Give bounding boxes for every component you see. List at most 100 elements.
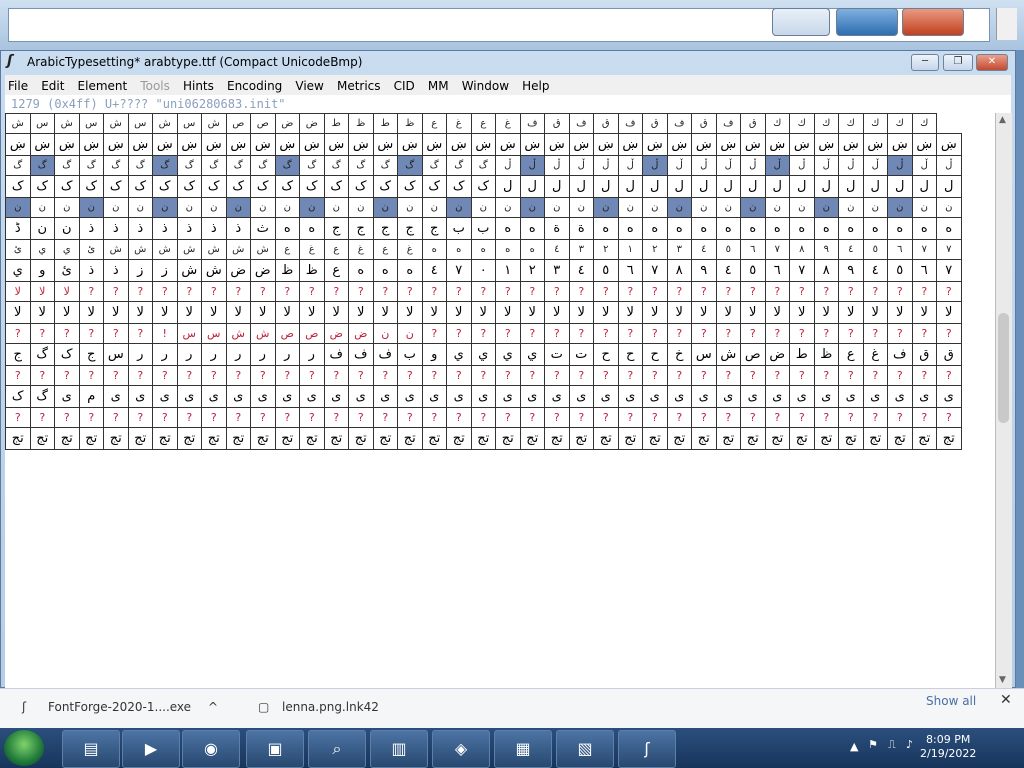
- glyph-cell[interactable]: ل: [642, 175, 668, 198]
- glyph-cell[interactable]: گ: [348, 155, 374, 176]
- glyph-cell[interactable]: ک: [5, 175, 31, 198]
- glyph-cell[interactable]: ?: [838, 365, 864, 386]
- glyph-cell[interactable]: ڵ: [642, 155, 668, 176]
- glyph-cell[interactable]: ?: [936, 365, 962, 386]
- glyph-cell[interactable]: ?: [642, 323, 668, 344]
- glyph-cell[interactable]: ?: [936, 407, 962, 428]
- glyph-cell[interactable]: ل: [495, 175, 521, 198]
- glyph-cell[interactable]: ض: [225, 259, 251, 282]
- glyph-cell[interactable]: ی: [421, 385, 447, 408]
- glyph-cell[interactable]: ی: [446, 385, 472, 408]
- background-maximize-button[interactable]: [836, 8, 898, 36]
- menu-element[interactable]: Element: [78, 79, 128, 93]
- glyph-cell[interactable]: ی: [838, 385, 864, 408]
- glyph-cell[interactable]: گ: [127, 155, 153, 176]
- glyph-cell[interactable]: ض: [250, 259, 276, 282]
- glyph-cell[interactable]: ی: [54, 385, 80, 408]
- glyph-cell[interactable]: ه: [593, 217, 619, 240]
- glyph-cell[interactable]: ر: [127, 343, 153, 366]
- menu-tools[interactable]: Tools: [140, 79, 170, 93]
- menu-encoding[interactable]: Encoding: [227, 79, 282, 93]
- taskbar-terminal-icon[interactable]: ▧: [556, 730, 614, 768]
- glyph-cell[interactable]: ?: [740, 407, 766, 428]
- glyph-cell[interactable]: لا: [78, 301, 104, 324]
- glyph-cell[interactable]: ه: [666, 217, 692, 240]
- glyph-cell[interactable]: تج: [103, 427, 129, 450]
- glyph-cell[interactable]: ?: [764, 281, 790, 302]
- glyph-cell[interactable]: ٤: [544, 239, 570, 260]
- glyph-cell[interactable]: ?: [299, 407, 325, 428]
- glyph-cell[interactable]: ڵ: [862, 155, 888, 176]
- glyph-cell[interactable]: ه: [789, 217, 815, 240]
- glyph-cell[interactable]: ٦: [617, 259, 643, 282]
- glyph-cell[interactable]: لا: [642, 301, 668, 324]
- glyph-cell[interactable]: گ: [250, 155, 276, 176]
- glyph-cell[interactable]: ی: [274, 385, 300, 408]
- glyph-cell[interactable]: تج: [642, 427, 668, 450]
- tray-volume-icon[interactable]: ♪: [906, 738, 913, 751]
- glyph-cell[interactable]: ?: [887, 407, 913, 428]
- tray-flag-icon[interactable]: ⚑: [868, 738, 878, 751]
- glyph-cell[interactable]: س: [176, 323, 202, 344]
- glyph-cell[interactable]: ی: [201, 385, 227, 408]
- glyph-cell[interactable]: ?: [911, 365, 937, 386]
- glyph-cell[interactable]: ی: [691, 385, 717, 408]
- glyph-cell[interactable]: ?: [201, 407, 227, 428]
- glyph-cell[interactable]: ی: [593, 385, 619, 408]
- glyph-cell[interactable]: لا: [323, 301, 349, 324]
- glyph-cell[interactable]: ?: [544, 281, 570, 302]
- glyph-cell[interactable]: ښ: [323, 133, 349, 156]
- glyph-cell[interactable]: ښ: [103, 133, 129, 156]
- glyph-cell[interactable]: ك: [887, 113, 913, 134]
- glyph-cell[interactable]: ر: [176, 343, 202, 366]
- glyph-cell[interactable]: ښ: [495, 133, 521, 156]
- glyph-cell[interactable]: ?: [544, 365, 570, 386]
- glyph-cell[interactable]: لا: [29, 301, 55, 324]
- glyph-cell[interactable]: ر: [201, 343, 227, 366]
- glyph-cell[interactable]: ?: [470, 407, 496, 428]
- glyph-cell[interactable]: ن: [372, 197, 398, 218]
- glyph-cell[interactable]: ن: [691, 197, 717, 218]
- glyph-cell[interactable]: ک: [397, 175, 423, 198]
- glyph-cell[interactable]: ?: [446, 407, 472, 428]
- glyph-cell[interactable]: ښ: [519, 133, 545, 156]
- glyph-cell[interactable]: ص: [740, 343, 766, 366]
- glyph-cell[interactable]: ه: [372, 259, 398, 282]
- glyph-cell[interactable]: لا: [936, 301, 962, 324]
- glyph-cell[interactable]: ?: [642, 365, 668, 386]
- glyph-cell[interactable]: ق: [936, 343, 962, 366]
- glyph-cell[interactable]: ظ: [397, 113, 423, 134]
- glyph-cell[interactable]: ك: [862, 113, 888, 134]
- glyph-cell[interactable]: ?: [250, 365, 276, 386]
- glyph-cell[interactable]: ی: [250, 385, 276, 408]
- tray-network-icon[interactable]: ⎍: [888, 738, 896, 752]
- glyph-cell[interactable]: ج: [5, 343, 31, 366]
- glyph-cell[interactable]: لا: [5, 281, 31, 302]
- glyph-cell[interactable]: ه: [764, 217, 790, 240]
- glyph-cell[interactable]: ڵ: [519, 155, 545, 176]
- glyph-cell[interactable]: ف: [348, 343, 374, 366]
- taskbar-image-icon[interactable]: ▦: [494, 730, 552, 768]
- glyph-cell[interactable]: ک: [78, 175, 104, 198]
- glyph-cell[interactable]: لا: [201, 301, 227, 324]
- glyph-cell[interactable]: گ: [5, 155, 31, 176]
- glyph-cell[interactable]: ه: [642, 217, 668, 240]
- glyph-cell[interactable]: ڵ: [691, 155, 717, 176]
- glyph-cell[interactable]: ک: [250, 175, 276, 198]
- glyph-cell[interactable]: لا: [274, 301, 300, 324]
- glyph-cell[interactable]: ن: [323, 197, 349, 218]
- glyph-cell[interactable]: تج: [372, 427, 398, 450]
- glyph-cell[interactable]: ه: [446, 239, 472, 260]
- glyph-cell[interactable]: ف: [519, 113, 545, 134]
- glyph-cell[interactable]: ض: [348, 323, 374, 344]
- minimize-button[interactable]: ─: [911, 54, 939, 71]
- glyph-cell[interactable]: ق: [691, 113, 717, 134]
- glyph-cell[interactable]: غ: [495, 113, 521, 134]
- glyph-cell[interactable]: لا: [250, 301, 276, 324]
- glyph-cell[interactable]: ی: [568, 385, 594, 408]
- glyph-cell[interactable]: ڵ: [911, 155, 937, 176]
- glyph-cell[interactable]: ?: [495, 365, 521, 386]
- glyph-cell[interactable]: لا: [666, 301, 692, 324]
- glyph-cell[interactable]: ٥: [887, 259, 913, 282]
- glyph-cell[interactable]: ?: [29, 323, 55, 344]
